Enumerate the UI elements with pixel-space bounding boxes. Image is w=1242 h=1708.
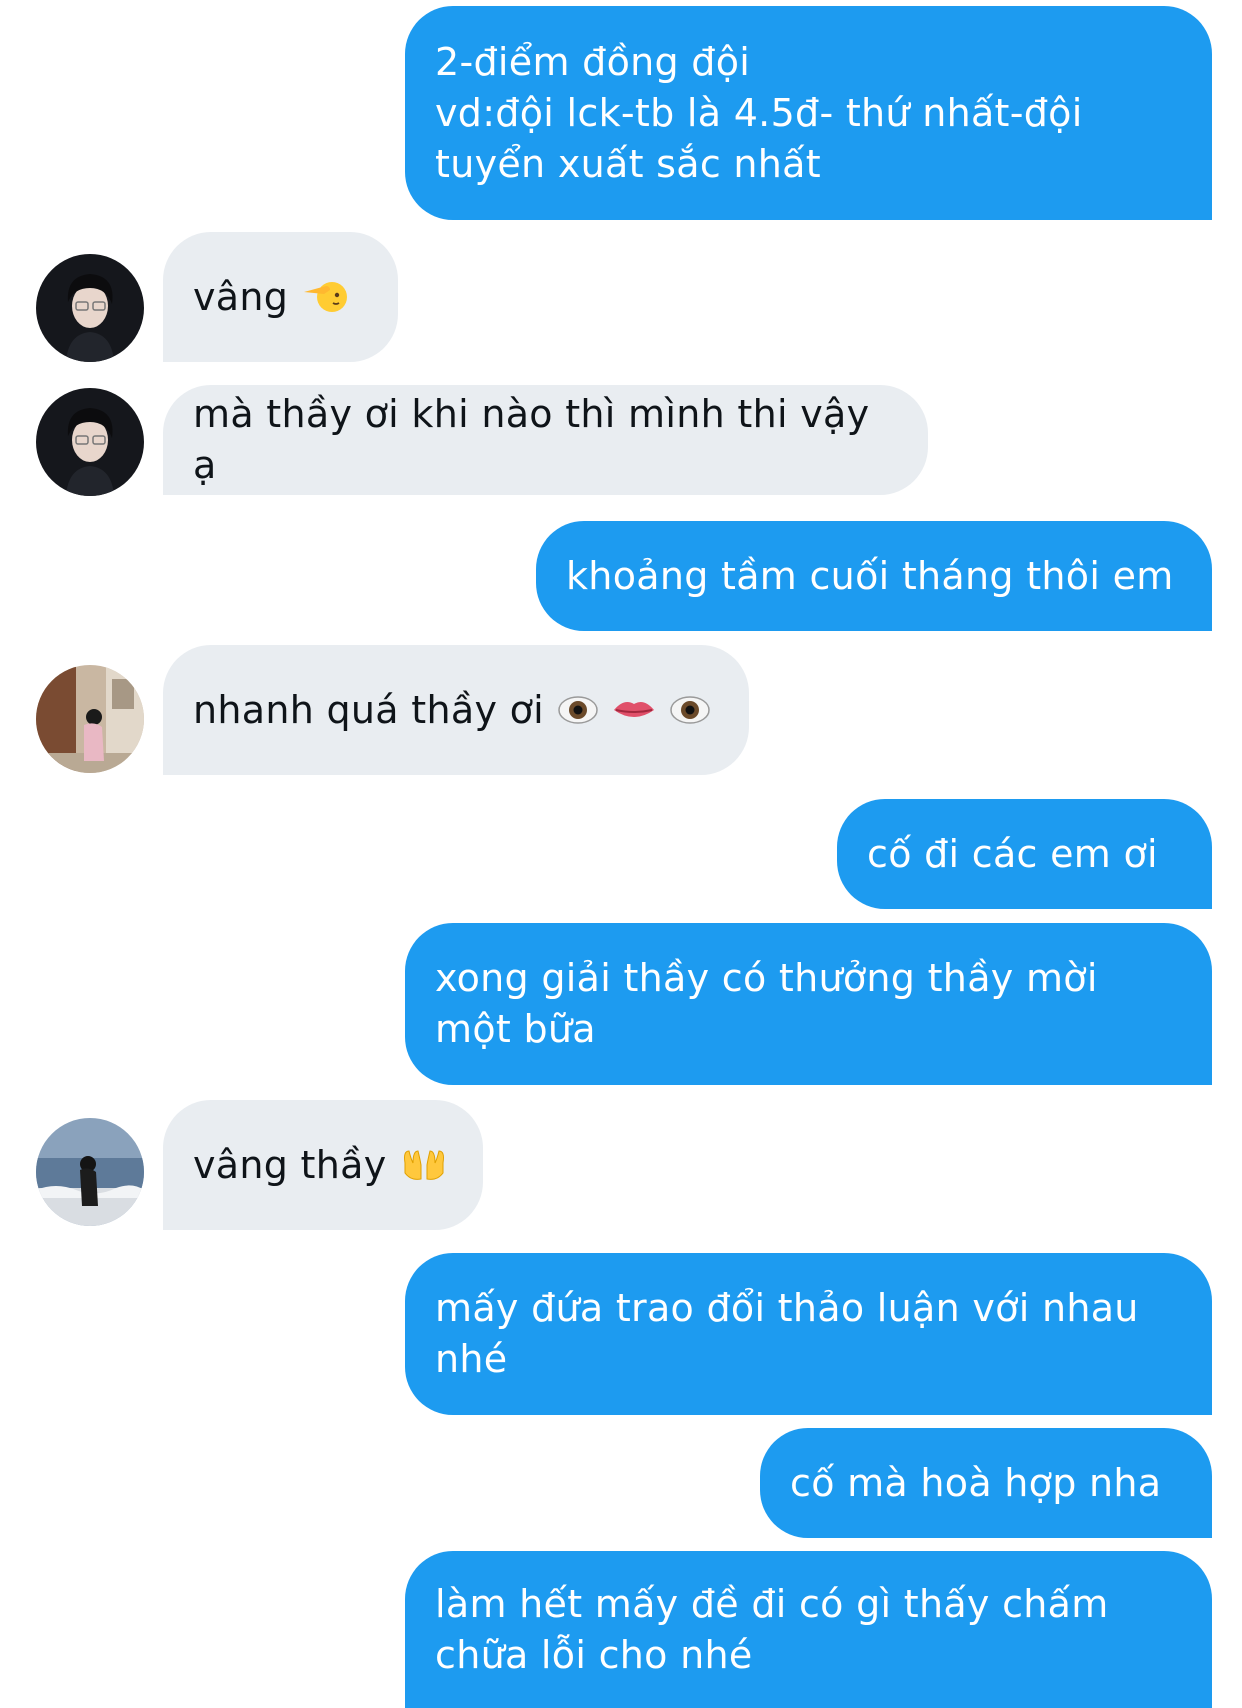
message-text: 2-điểm đồng đội vd:đội lck-tb là 4.5đ- t… <box>435 39 1083 186</box>
message-text: xong giải thầy có thưởng thầy mời một bữ… <box>435 956 1098 1051</box>
message-text: làm hết mấy đề đi có gì thấy chấm chữa l… <box>435 1581 1109 1677</box>
eye-icon <box>558 696 598 724</box>
avatar-photo-girl-beach <box>36 1118 144 1226</box>
message-bubble-outgoing[interactable]: xong giải thầy có thưởng thầy mời một bữ… <box>405 923 1212 1085</box>
message-text: cố mà hoà hợp nha <box>790 1460 1162 1505</box>
eye-icon <box>670 696 710 724</box>
message-bubble-incoming[interactable]: nhanh quá thầy ơi <box>163 645 749 775</box>
message-bubble-incoming[interactable]: vâng thầy <box>163 1100 483 1230</box>
message-bubble-outgoing[interactable]: 2-điểm đồng đội vd:đội lck-tb là 4.5đ- t… <box>405 6 1212 220</box>
message-text: cố đi các em ơi <box>867 831 1158 876</box>
avatar-photo-boy <box>36 388 144 496</box>
message-text: nhanh quá thầy ơi <box>193 687 545 732</box>
eye-mouth-eye-emoji <box>558 639 710 781</box>
palms-up-together-emoji <box>401 1094 447 1236</box>
mouth-icon <box>614 702 655 717</box>
message-bubble-outgoing[interactable]: khoảng tầm cuối tháng thôi em <box>536 521 1212 631</box>
message-text: khoảng tầm cuối tháng thôi em <box>566 553 1174 598</box>
avatar-member-1[interactable] <box>36 254 144 362</box>
message-text: mà thầy ơi khi nào thì mình thi vậy ạ <box>193 392 870 487</box>
message-bubble-outgoing[interactable]: cố mà hoà hợp nha <box>760 1428 1212 1538</box>
message-text: vâng <box>193 274 289 319</box>
message-bubble-incoming[interactable]: vâng <box>163 232 398 362</box>
message-text: mấy đứa trao đổi thảo luận với nhau nhé <box>435 1286 1139 1381</box>
message-text: vâng thầy <box>193 1142 387 1187</box>
message-bubble-outgoing[interactable]: mấy đứa trao đổi thảo luận với nhau nhé <box>405 1253 1212 1415</box>
message-bubble-outgoing[interactable]: làm hết mấy đề đi có gì thấy chấm chữa l… <box>405 1551 1212 1708</box>
message-bubble-incoming[interactable]: mà thầy ơi khi nào thì mình thi vậy ạ <box>163 385 928 495</box>
message-bubble-outgoing[interactable]: cố đi các em ơi <box>837 799 1212 909</box>
avatar-member-2[interactable] <box>36 665 144 773</box>
avatar-member-1[interactable] <box>36 388 144 496</box>
avatar-photo-boy <box>36 254 144 362</box>
saluting-face-emoji <box>302 225 348 369</box>
avatar-photo-girl-street <box>36 665 144 773</box>
avatar-member-3[interactable] <box>36 1118 144 1226</box>
